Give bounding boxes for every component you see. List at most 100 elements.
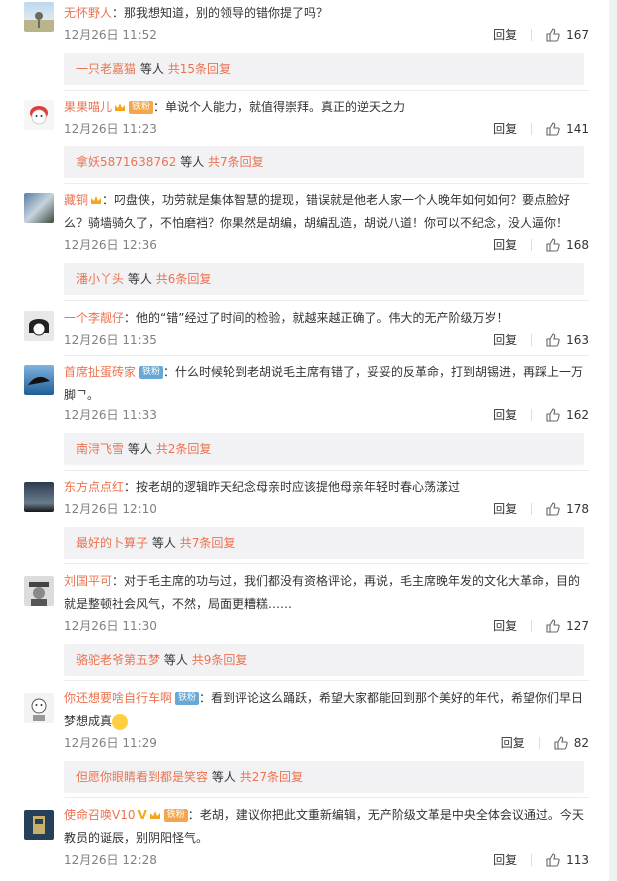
reply-button[interactable]: 回复 (493, 616, 517, 636)
reply-summary[interactable]: 一只老嘉猫 等人 共15条回复 (64, 53, 584, 85)
comment-meta: 12月26日 11:35 回复 163 (64, 330, 589, 350)
avatar[interactable] (24, 365, 54, 395)
like-count: 167 (566, 28, 589, 42)
comment-time: 12月26日 12:10 (64, 502, 157, 516)
comment-divider (64, 470, 589, 471)
avatar[interactable] (24, 100, 54, 130)
thumbs-up-icon (546, 28, 560, 42)
divider (531, 503, 533, 515)
reply-button[interactable]: 回复 (493, 850, 517, 870)
divider (531, 239, 533, 251)
like-count: 163 (566, 333, 589, 347)
username-link[interactable]: 无怀野人 (64, 6, 112, 20)
reply-button[interactable]: 回复 (493, 499, 517, 519)
comment-meta: 12月26日 11:23 回复 141 (64, 119, 589, 139)
username-link[interactable]: 果果喵儿 (64, 100, 112, 114)
like-button[interactable]: 168 (546, 235, 589, 255)
reply-count-link[interactable]: 共2条回复 (156, 442, 212, 456)
reply-button[interactable]: 回复 (493, 235, 517, 255)
like-button[interactable]: 141 (546, 119, 589, 139)
comment-meta: 12月26日 12:36 回复 168 (64, 235, 589, 255)
reply-summary[interactable]: 南浔飞雪 等人 共2条回复 (64, 433, 584, 465)
like-button[interactable]: 163 (546, 330, 589, 350)
comment-divider (64, 563, 589, 564)
username-link[interactable]: 藏铜 (64, 193, 88, 207)
reply-names[interactable]: 南浔飞雪 (76, 442, 124, 456)
scrollbar[interactable] (609, 0, 617, 881)
comment-text-line: 藏铜 ：叼盘侠，功劳就是集体智慧的提现，错误就是他老人家一个人晚年如何如何？要点脸… (64, 193, 571, 230)
verified-v-icon: V (137, 808, 147, 822)
avatar[interactable] (24, 482, 54, 512)
reply-summary[interactable]: 骆驼老爷第五梦 等人 共9条回复 (64, 644, 584, 676)
avatar[interactable] (24, 311, 54, 341)
thumbs-up-icon (546, 853, 560, 867)
like-count: 168 (566, 238, 589, 252)
reply-count-link[interactable]: 共9条回复 (192, 653, 248, 667)
like-count: 162 (566, 408, 589, 422)
reply-count-link[interactable]: 共15条回复 (168, 62, 231, 76)
like-button[interactable]: 113 (546, 850, 589, 870)
fan-badge[interactable]: 铁粉 (139, 366, 164, 379)
thumbs-up-icon (546, 333, 560, 347)
avatar[interactable] (24, 576, 54, 606)
comment-actions: 回复 167 (493, 25, 589, 45)
avatar[interactable] (24, 810, 54, 840)
crown-icon (91, 196, 102, 204)
comment-text-line: 刘国平可：对于毛主席的功与过，我们都没有资格评论，再说，毛主席晚年发的文化大革命… (64, 574, 581, 611)
thumbs-up-icon (546, 619, 560, 633)
username-link[interactable]: 你还想要啥自行车啊 (64, 691, 172, 705)
like-count: 113 (566, 853, 589, 867)
like-button[interactable]: 178 (546, 499, 589, 519)
comment-text-line: 首席扯蛋砖家 铁粉 ：什么时候轮到老胡说毛主席有错了，妥妥的反革命，打到胡锡进，再踩… (64, 365, 584, 402)
reply-summary[interactable]: 但愿你眼睛看到都是笑容 等人 共27条回复 (64, 761, 584, 793)
reply-count-link[interactable]: 共7条回复 (180, 536, 236, 550)
reply-names[interactable]: 潘小丫头 (76, 272, 124, 286)
reply-button[interactable]: 回复 (493, 119, 517, 139)
comment-feed: 无怀野人：那我想知道，别的领导的错你提了吗？ 12月26日 11:52 回复 1… (0, 0, 617, 881)
avatar[interactable] (24, 2, 54, 32)
divider (538, 737, 540, 749)
reply-button[interactable]: 回复 (501, 733, 525, 753)
comment-time: 12月26日 11:35 (64, 333, 157, 347)
like-button[interactable]: 162 (546, 405, 589, 425)
reply-names[interactable]: 但愿你眼睛看到都是笑容 (76, 770, 208, 784)
comment-text: 对于毛主席的功与过，我们都没有资格评论，再说，毛主席晚年发的文化大革命，目的就是… (64, 574, 581, 611)
fan-badge[interactable]: 铁粉 (175, 692, 200, 705)
reply-button[interactable]: 回复 (493, 330, 517, 350)
divider (531, 409, 533, 421)
like-button[interactable]: 127 (546, 616, 589, 636)
comment-time: 12月26日 11:52 (64, 28, 157, 42)
comment-text-line: 你还想要啥自行车啊 铁粉 ：看到评论这么踊跃，希望大家都能回到那个美好的年代，希望你… (64, 691, 584, 730)
like-button[interactable]: 167 (546, 25, 589, 45)
reply-count-link[interactable]: 共6条回复 (156, 272, 212, 286)
fan-badge[interactable]: 铁粉 (163, 809, 188, 822)
reply-summary[interactable]: 最好的卜算子 等人 共7条回复 (64, 527, 584, 559)
reply-summary[interactable]: 拿妖5871638762 等人 共7条回复 (64, 146, 584, 178)
comment-text-line: 无怀野人：那我想知道，别的领导的错你提了吗？ (64, 6, 329, 20)
comment-actions: 回复 162 (493, 405, 589, 425)
like-button[interactable]: 82 (554, 733, 589, 753)
avatar[interactable] (24, 693, 54, 723)
reply-count-link[interactable]: 共7条回复 (208, 155, 264, 169)
reply-button[interactable]: 回复 (493, 405, 517, 425)
username-link[interactable]: 使命召唤V10 (64, 808, 135, 822)
divider (531, 334, 533, 346)
reply-button[interactable]: 回复 (493, 25, 517, 45)
reply-summary[interactable]: 潘小丫头 等人 共6条回复 (64, 263, 584, 295)
reply-count-link[interactable]: 共27条回复 (240, 770, 303, 784)
username-link[interactable]: 一个李靓仔 (64, 311, 124, 325)
comment-text: 单说个人能力，就值得崇拜。真正的逆天之力 (165, 100, 406, 114)
fan-badge[interactable]: 铁粉 (129, 101, 154, 114)
reply-names[interactable]: 骆驼老爷第五梦 (76, 653, 160, 667)
reply-names[interactable]: 最好的卜算子 (76, 536, 148, 550)
username-link[interactable]: 首席扯蛋砖家 (64, 365, 136, 379)
comment-text-line: 一个李靓仔：他的“错”经过了时间的检验，就越来越正确了。伟大的无产阶级万岁！ (64, 311, 509, 325)
reply-names[interactable]: 拿妖5871638762 (76, 155, 176, 169)
divider (531, 29, 533, 41)
reply-names[interactable]: 一只老嘉猫 (76, 62, 136, 76)
username-link[interactable]: 东方点点红 (64, 480, 124, 494)
avatar[interactable] (24, 193, 54, 223)
comment-actions: 回复 127 (493, 616, 589, 636)
comment-time: 12月26日 12:36 (64, 238, 157, 252)
username-link[interactable]: 刘国平可 (64, 574, 112, 588)
